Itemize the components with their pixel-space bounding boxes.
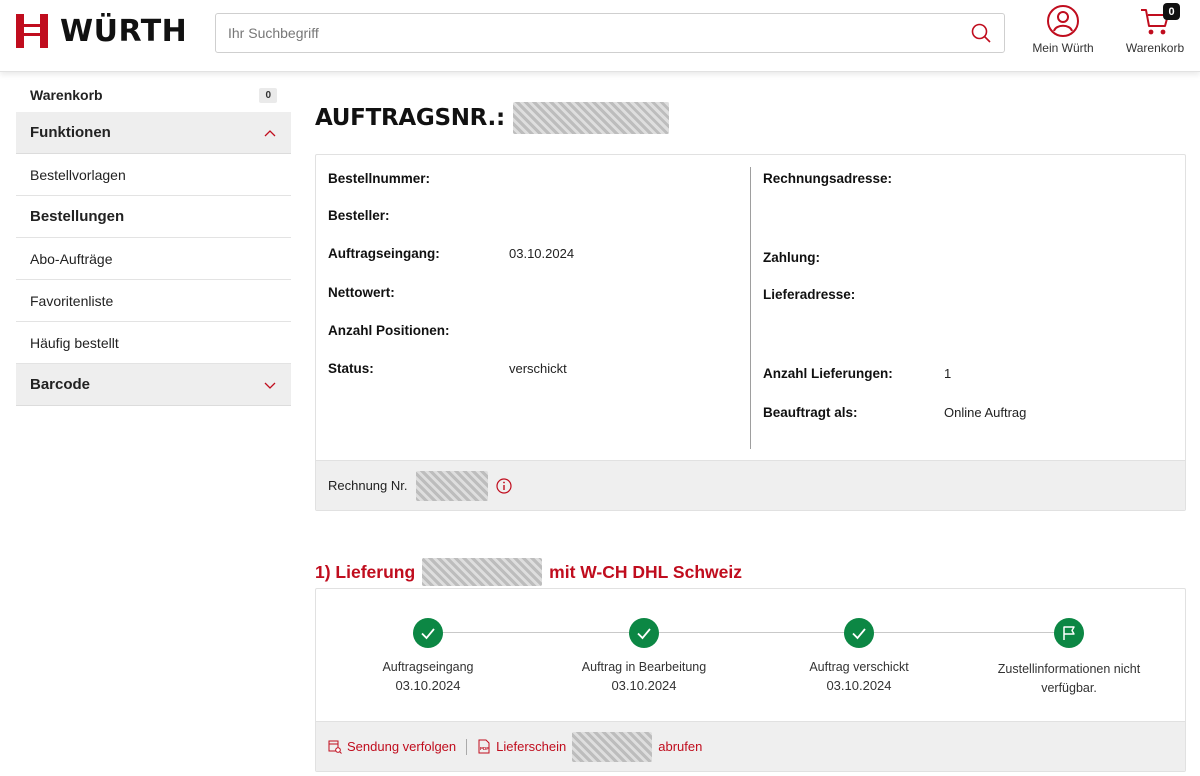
pdf-icon: PDF [478, 739, 490, 754]
sidebar-item-label: Favoritenliste [30, 292, 114, 309]
chevron-down-icon [264, 382, 276, 389]
search-input[interactable] [228, 25, 970, 41]
svg-text:PDF: PDF [480, 746, 489, 751]
account-sidebar: Warenkorb 0 Funktionen Bestellvorlagen B… [16, 78, 291, 406]
sidebar-item-bestellvorlagen[interactable]: Bestellvorlagen [16, 154, 291, 196]
column-divider [750, 167, 751, 449]
anzahl-lieferungen-value: 1 [944, 366, 952, 381]
besteller-label: Besteller: [328, 208, 390, 223]
step-date: 03.10.2024 [826, 678, 892, 693]
bestellnummer-label: Bestellnummer: [328, 171, 431, 186]
delivery-title: 1) Lieferung mit W-CH DHL Schweiz [315, 558, 742, 586]
sidebar-item-bestellungen[interactable]: Bestellungen [16, 196, 291, 238]
step-complete-circle [413, 618, 443, 648]
delivery-note-suffix: abrufen [658, 739, 703, 754]
cart-label: Warenkorb [1125, 41, 1185, 55]
step-auftragseingang: Auftragseingang 03.10.2024 [338, 618, 518, 693]
status-value: verschickt [509, 361, 567, 376]
sidebar-cart-label: Warenkorb [30, 87, 103, 103]
functions-label: Funktionen [30, 124, 111, 141]
check-icon [421, 628, 435, 640]
lieferadresse-label: Lieferadresse: [763, 287, 856, 302]
top-header: WÜRTH Mein Würth 0 Warenkorb [0, 0, 1200, 72]
auftragseingang-value: 03.10.2024 [509, 246, 575, 261]
flag-icon [1063, 626, 1075, 640]
beauftragt-als-value: Online Auftrag [944, 405, 1027, 420]
sidebar-item-abo-auftraege[interactable]: Abo-Aufträge [16, 238, 291, 280]
link-separator [466, 738, 468, 755]
order-info-card: Bestellnummer: Besteller: Auftragseingan… [315, 154, 1186, 511]
step-complete-circle [629, 618, 659, 648]
step-date: 03.10.2024 [611, 678, 677, 693]
wurth-logo-mark [16, 14, 48, 48]
invoice-footer: Rechnung Nr. [316, 460, 1185, 510]
sidebar-item-haeufig-bestellt[interactable]: Häufig bestellt [16, 322, 291, 364]
step-verschickt: Auftrag verschickt 03.10.2024 [769, 618, 949, 693]
sidebar-cart-count: 0 [259, 87, 277, 103]
barcode-label: Barcode [30, 376, 91, 393]
search-icon[interactable] [970, 22, 992, 44]
user-icon [1047, 5, 1079, 37]
step-zustellinformationen: Zustellinformationen nicht verfügbar. [984, 618, 1154, 699]
page-title: AUFTRAGSNR.: [315, 98, 1186, 138]
delivery-note-link[interactable]: PDF Lieferschein abrufen [477, 731, 703, 762]
delivery-tracking-card: Auftragseingang 03.10.2024 Auftrag in Be… [315, 588, 1186, 772]
order-title-label: AUFTRAGSNR.: [315, 105, 505, 131]
sidebar-item-label: Bestellvorlagen [30, 166, 126, 183]
step-in-bearbeitung: Auftrag in Bearbeitung 03.10.2024 [554, 618, 734, 693]
info-icon[interactable] [495, 477, 512, 494]
auftragseingang-label: Auftragseingang: [328, 246, 440, 261]
step-complete-circle [844, 618, 874, 648]
cart-button[interactable]: 0 Warenkorb [1116, 3, 1194, 55]
status-label: Status: [328, 361, 374, 376]
account-label: Mein Würth [1032, 41, 1094, 55]
track-shipment-link[interactable]: Sendung verfolgen [328, 739, 456, 754]
sidebar-item-label: Bestellungen [30, 208, 125, 225]
wurth-logo[interactable]: WÜRTH [16, 13, 187, 49]
step-label: Auftrag in Bearbeitung [581, 660, 707, 674]
beauftragt-als-label: Beauftragt als: [763, 405, 858, 420]
zahlung-label: Zahlung: [763, 250, 820, 265]
redacted-order-number [512, 102, 669, 134]
sidebar-item-label: Abo-Aufträge [30, 250, 113, 267]
delivery-title-prefix: 1) Lieferung [315, 561, 416, 582]
anzahl-positionen-label: Anzahl Positionen: [328, 323, 450, 338]
search-bar[interactable] [215, 13, 1005, 53]
step-label: Auftrag verschickt [809, 660, 909, 674]
check-icon [637, 628, 651, 640]
sidebar-group-functions[interactable]: Funktionen [16, 112, 291, 154]
step-final-circle [1054, 618, 1084, 648]
rechnungsadresse-label: Rechnungsadresse: [763, 171, 893, 186]
track-shipment-label: Sendung verfolgen [347, 739, 457, 754]
step-date: 03.10.2024 [395, 678, 461, 693]
redacted-delivery-note-number [572, 731, 653, 762]
delivery-title-suffix: mit W-CH DHL Schweiz [549, 561, 742, 582]
sidebar-group-barcode[interactable]: Barcode [16, 364, 291, 406]
sidebar-item-label: Häufig bestellt [30, 334, 119, 351]
redacted-delivery-number [422, 558, 543, 586]
invoice-label: Rechnung Nr. [328, 478, 408, 493]
step-label: Zustellinformationen nicht verfügbar. [997, 662, 1141, 696]
chevron-up-icon [264, 129, 276, 136]
anzahl-lieferungen-label: Anzahl Lieferungen: [763, 366, 893, 381]
step-label: Auftragseingang [382, 660, 474, 674]
check-icon [852, 628, 866, 640]
progress-line [428, 632, 1072, 633]
tracking-footer: Sendung verfolgen PDF Lieferschein abruf… [316, 721, 1185, 771]
nettowert-label: Nettowert: [328, 285, 395, 300]
account-button[interactable]: Mein Würth [1025, 4, 1101, 55]
sidebar-item-favoritenliste[interactable]: Favoritenliste [16, 280, 291, 322]
redacted-invoice-number [415, 470, 488, 501]
package-search-icon [328, 740, 342, 754]
delivery-note-prefix: Lieferschein [496, 739, 567, 754]
logo-text: WÜRTH [60, 13, 188, 49]
sidebar-item-cart[interactable]: Warenkorb 0 [16, 78, 291, 112]
order-detail: AUFTRAGSNR.: Bestellnummer: Besteller: A… [315, 78, 1186, 772]
cart-count-badge: 0 [1163, 3, 1180, 20]
